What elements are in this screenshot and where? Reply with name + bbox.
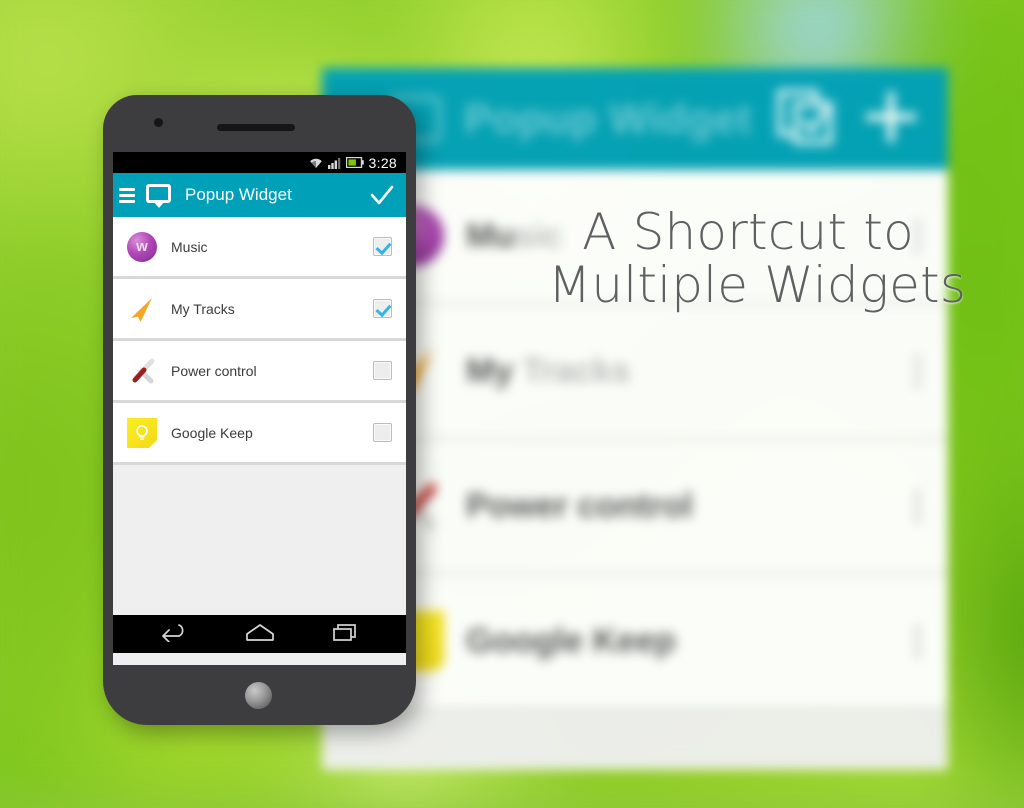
- google-keep-icon: [127, 417, 157, 448]
- battery-icon: [345, 157, 364, 168]
- home-indicator-dot: [245, 682, 272, 709]
- list-item-label: Music: [171, 238, 208, 255]
- add-widget-icon[interactable]: [858, 84, 924, 155]
- promo-headline-line-2: Multiple Widgets: [548, 256, 967, 314]
- front-camera: [154, 118, 163, 127]
- overflow-menu-icon: [914, 351, 922, 392]
- background-app-title: Popup Widget: [464, 95, 752, 142]
- promo-headline-line-1: A Shortcut to: [582, 203, 914, 261]
- app-bar-title: Popup Widget: [185, 185, 292, 204]
- background-list-empty-area: [322, 710, 948, 770]
- background-list-item-label: Mu: [466, 216, 516, 255]
- list-item-checkbox[interactable]: [373, 237, 392, 256]
- app-action-bar: Popup Widget: [113, 173, 406, 217]
- wifi-icon: [309, 158, 322, 168]
- status-bar: 3:28: [113, 152, 406, 173]
- list-item-label: My Tracks: [171, 300, 235, 317]
- checkmark-icon[interactable]: [369, 182, 395, 208]
- hamburger-menu-icon[interactable]: [119, 185, 135, 206]
- list-item-label: Google Keep: [171, 424, 253, 441]
- list-item[interactable]: My Tracks: [113, 279, 406, 341]
- promo-headline: A Shortcut to Multiple Widgets: [548, 203, 967, 314]
- list-item-checkbox[interactable]: [373, 299, 392, 318]
- nav-home-button[interactable]: [244, 622, 276, 647]
- list-item-checkbox[interactable]: [373, 361, 392, 380]
- status-bar-clock: 3:28: [368, 154, 397, 171]
- list-item[interactable]: Google Keep: [113, 403, 406, 465]
- list-item[interactable]: w Music: [113, 217, 406, 279]
- background-list-item-label: Power control: [466, 486, 693, 525]
- widget-selection-list: w Music My Tracks Power control Google K…: [113, 217, 406, 615]
- list-item[interactable]: Power control: [113, 341, 406, 403]
- list-item-label: Power control: [171, 362, 257, 379]
- nav-back-button[interactable]: [159, 622, 189, 647]
- music-icon-glyph: w: [136, 238, 148, 255]
- earpiece-speaker: [217, 124, 295, 131]
- overflow-menu-icon: [914, 486, 922, 527]
- list-empty-area: [113, 465, 406, 615]
- phone-mockup: 3:28 Popup Widget w Music My Tracks Powe…: [103, 95, 416, 725]
- popup-widget-icon: [146, 184, 171, 208]
- overflow-menu-icon: [914, 621, 922, 662]
- power-control-icon: [127, 356, 157, 386]
- signal-icon: [327, 157, 340, 169]
- nav-recents-button[interactable]: [331, 622, 361, 647]
- duplicate-widget-icon[interactable]: [774, 86, 836, 153]
- background-list-item-label: My: [466, 351, 514, 390]
- music-icon: w: [127, 231, 157, 262]
- phone-screen: 3:28 Popup Widget w Music My Tracks Powe…: [113, 152, 406, 665]
- android-navigation-bar: [113, 615, 406, 653]
- background-list-item-label: Google Keep: [466, 621, 676, 660]
- list-item-checkbox[interactable]: [373, 423, 392, 442]
- background-list-item-label-faded: Tracks: [522, 351, 631, 390]
- my-tracks-icon: [127, 294, 157, 324]
